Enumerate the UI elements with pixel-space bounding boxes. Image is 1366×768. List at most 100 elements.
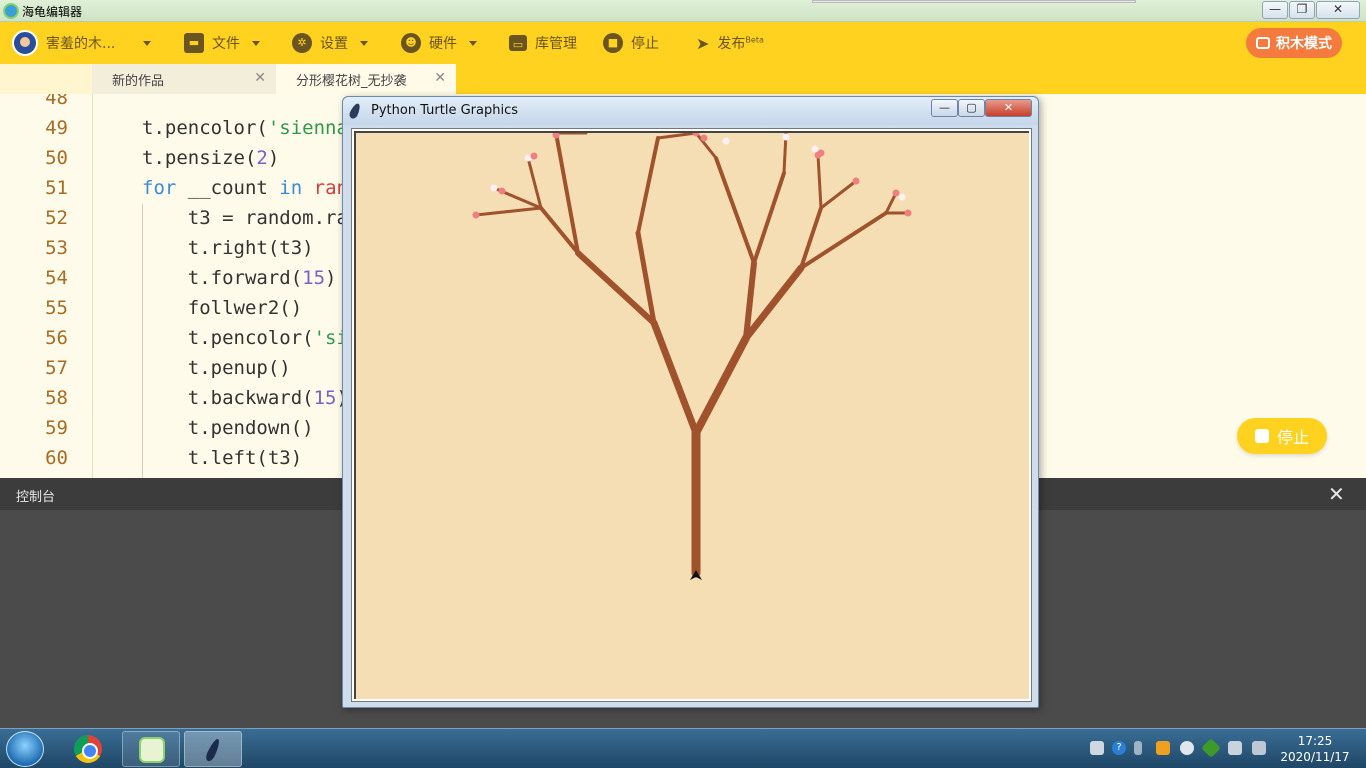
code-line[interactable]: t.backward(15) [142,387,348,409]
keyboard-icon[interactable] [1090,741,1104,755]
tree-branch [526,156,543,210]
tree-branch [474,206,543,217]
block-mode-button[interactable]: 积木模式 [1246,28,1342,58]
user-name: 害羞的木... [46,36,116,52]
tab-new-work[interactable]: 新的作品 ✕ [92,64,276,94]
code-line[interactable]: t.pensize(2) [142,147,279,169]
tray-expand-icon[interactable] [1134,741,1142,755]
blossom [498,187,506,195]
feather-icon [347,102,363,120]
line-number: 58 [45,387,68,409]
stop-icon [1254,429,1269,443]
code-line[interactable]: t.pendown() [142,417,314,439]
window-maximize-button[interactable]: ❐ [1289,1,1315,19]
turtle-minimize-button[interactable]: — [931,99,958,117]
blocks-icon [1256,37,1270,49]
line-number: 51 [45,177,68,199]
line-number: 60 [45,447,68,469]
code-line[interactable]: follwer2() [142,297,302,319]
code-line[interactable]: t.penup() [142,357,291,379]
tab-sakura-tree[interactable]: 分形樱花树_无抄袭 ✕ [276,64,456,94]
blossom [898,193,906,201]
turtle-close-button[interactable]: ✕ [985,99,1032,117]
code-token: t.backward( [142,387,314,409]
turtle-window-titlebar[interactable]: Python Turtle Graphics — ▢ ✕ [343,97,1038,125]
line-number: 48 [45,94,68,109]
start-button[interactable] [6,731,44,767]
tree-branch [819,179,858,210]
hardware-menu[interactable]: ☻ 硬件 [401,22,477,64]
blossom [892,189,900,197]
help-icon[interactable]: ? [1112,741,1126,755]
code-token: t.forward( [142,267,303,289]
close-icon[interactable]: ✕ [434,70,446,86]
code-line[interactable]: t.forward(15) [142,267,337,289]
stop-button[interactable]: ■ 停止 [603,22,659,64]
tree-branch [752,171,786,265]
blossom [782,133,790,141]
tree-branch [816,153,823,210]
taskbar-turtle-editor[interactable] [122,731,180,767]
library-manager-label: 库管理 [535,36,577,52]
window-close-button[interactable]: ✕ [1316,1,1360,19]
tray-app-icon[interactable] [1156,741,1170,755]
turtle-canvas-frame [351,128,1032,702]
tree-branch [650,319,700,437]
folder-icon: ▬ [184,33,204,53]
window-title: 海龟编辑器 [22,5,83,19]
code-token: ) [267,147,280,169]
window-minimize-button[interactable]: — [1262,1,1288,19]
robot-icon: ☻ [401,33,421,53]
avatar [12,30,38,56]
user-menu[interactable]: 害羞的木... [12,22,152,64]
code-token: for [142,177,177,199]
code-line[interactable]: t.right(t3) [142,237,314,259]
volume-icon[interactable] [1228,741,1242,755]
line-number: 56 [45,327,68,349]
inbox-icon: ▭ [509,35,527,51]
code-token: follwer2() [142,297,303,319]
blossom [490,184,498,192]
background-window-edge [812,0,1136,3]
blossom [524,154,532,162]
turtle-graphics-window[interactable]: Python Turtle Graphics — ▢ ✕ [342,96,1039,708]
taskbar-turtle-graphics[interactable] [184,731,242,767]
settings-menu[interactable]: ✲ 设置 [292,22,368,64]
main-toolbar: 害羞的木... ▬ 文件 ✲ 设置 ☻ 硬件 ▭ 库管理 ■ 停止 ➤ 发布Be… [0,22,1366,64]
settings-menu-label: 设置 [320,36,348,52]
tree-branch [692,334,750,437]
taskbar: ? 17:25 2020/11/17 [0,728,1366,768]
turtle-maximize-button[interactable]: ▢ [958,99,985,117]
block-mode-label: 积木模式 [1276,36,1332,52]
tab-label: 新的作品 [112,73,165,89]
security-icon[interactable] [1201,738,1221,758]
publish-label: 发布Beta [717,35,764,52]
line-number: 54 [45,267,68,289]
stop-label: 停止 [631,36,659,52]
code-token: ) [325,267,337,289]
tree-branch [656,133,698,140]
code-token: t.left(t3) [142,447,303,469]
code-line[interactable]: t.pencolor('sienna') [142,117,371,139]
close-icon[interactable]: ✕ [1328,482,1345,506]
tab-label: 分形樱花树_无抄袭 [296,73,407,89]
chrome-icon[interactable] [74,735,102,763]
cherry-tree-drawing [472,133,912,580]
network-icon[interactable] [1252,741,1266,755]
floating-stop-button[interactable]: 停止 [1237,418,1327,454]
publish-button[interactable]: ➤ 发布Beta [696,22,764,64]
code-token: 15 [302,267,326,289]
library-manager-button[interactable]: ▭ 库管理 [509,22,577,64]
bluetooth-icon[interactable] [1180,741,1194,755]
code-line[interactable]: t.left(t3) [142,447,302,469]
chevron-down-icon [252,40,260,46]
code-token: t.pensize( [142,147,257,169]
line-number: 49 [45,117,68,139]
system-clock[interactable]: 17:25 2020/11/17 [1272,733,1358,765]
line-number: 59 [45,417,68,439]
file-menu[interactable]: ▬ 文件 [184,22,260,64]
turtle-canvas[interactable] [354,131,1029,699]
close-icon[interactable]: ✕ [254,70,266,86]
chevron-down-icon [469,40,477,46]
